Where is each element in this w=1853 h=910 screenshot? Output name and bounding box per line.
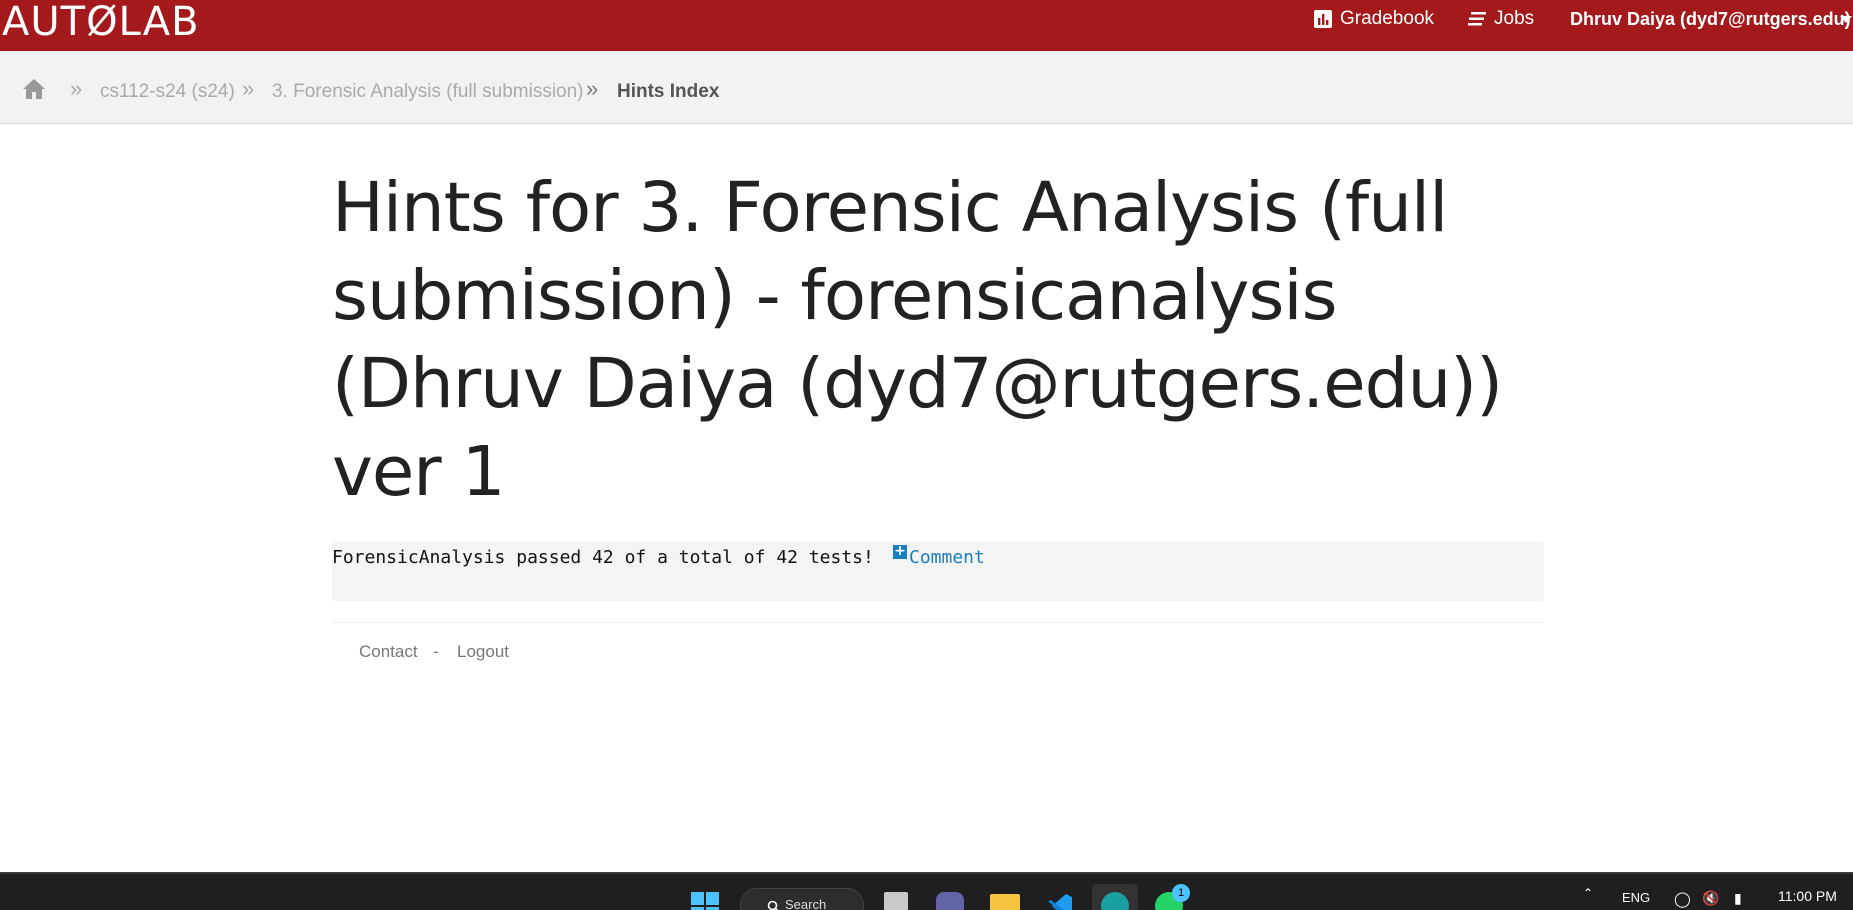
search-box[interactable]: Search bbox=[740, 888, 864, 910]
comment-label: Comment bbox=[909, 546, 985, 570]
edge-active-slot[interactable] bbox=[1092, 884, 1138, 910]
jobs-link[interactable]: Jobs bbox=[1468, 7, 1534, 31]
breadcrumb: » cs112-s24 (s24) » 3. Forensic Analysis… bbox=[0, 51, 1853, 124]
search-icon bbox=[767, 900, 780, 910]
jobs-label: Jobs bbox=[1494, 7, 1534, 31]
home-icon[interactable] bbox=[22, 78, 46, 100]
user-menu[interactable]: Dhruv Daiya (dyd7@rutgers.edu) bbox=[1570, 7, 1851, 31]
battery-icon[interactable]: ▮ bbox=[1734, 890, 1742, 907]
wifi-icon[interactable]: ◯ bbox=[1674, 890, 1691, 908]
chevron-down-icon[interactable] bbox=[1840, 16, 1852, 23]
breadcrumb-course[interactable]: cs112-s24 (s24) bbox=[100, 80, 235, 104]
windows-taskbar: Search 1 ⌃ ENG ◯ 🔇 ▮ 11:00 PM bbox=[0, 872, 1853, 910]
hint-text: ForensicAnalysis passed 42 of a total of… bbox=[332, 546, 874, 570]
list-lines-icon bbox=[1468, 11, 1486, 27]
autolab-logo[interactable]: AUTØLAB bbox=[2, 0, 200, 46]
breadcrumb-current: Hints Index bbox=[617, 80, 719, 104]
breadcrumb-assessment[interactable]: 3. Forensic Analysis (full submission) bbox=[272, 80, 584, 104]
plus-icon: + bbox=[893, 545, 907, 559]
language-indicator[interactable]: ENG bbox=[1622, 890, 1650, 905]
clock-time[interactable]: 11:00 PM bbox=[1778, 888, 1837, 904]
gradebook-label: Gradebook bbox=[1340, 7, 1434, 31]
logout-link[interactable]: Logout bbox=[457, 640, 509, 664]
footer-dash: - bbox=[433, 640, 439, 664]
comment-link[interactable]: + Comment bbox=[893, 546, 985, 570]
volume-muted-icon[interactable]: 🔇 bbox=[1702, 890, 1719, 907]
breadcrumb-separator: » bbox=[242, 77, 254, 101]
gradebook-link[interactable]: Gradebook bbox=[1314, 7, 1434, 31]
notification-badge: 1 bbox=[1172, 884, 1190, 902]
search-label: Search bbox=[785, 897, 826, 910]
bar-chart-icon bbox=[1314, 10, 1332, 28]
chevron-up-icon[interactable]: ⌃ bbox=[1583, 886, 1593, 900]
contact-link[interactable]: Contact bbox=[359, 640, 418, 664]
top-navbar: AUTØLAB Gradebook Jobs Dhruv Daiya (dyd7… bbox=[0, 0, 1853, 51]
user-name: Dhruv Daiya (dyd7@rutgers.edu) bbox=[1570, 7, 1851, 31]
vscode-icon[interactable] bbox=[1046, 892, 1074, 910]
windows-start-icon[interactable] bbox=[691, 892, 719, 910]
task-view-icon[interactable] bbox=[884, 892, 908, 910]
page-title: Hints for 3. Forensic Analysis (full sub… bbox=[332, 164, 1552, 516]
edge-icon bbox=[1101, 892, 1129, 910]
breadcrumb-separator: » bbox=[586, 77, 598, 101]
teams-icon[interactable] bbox=[936, 892, 964, 910]
footer-divider bbox=[332, 622, 1544, 623]
hint-panel: ForensicAnalysis passed 42 of a total of… bbox=[332, 541, 1544, 601]
breadcrumb-separator: » bbox=[70, 77, 82, 101]
